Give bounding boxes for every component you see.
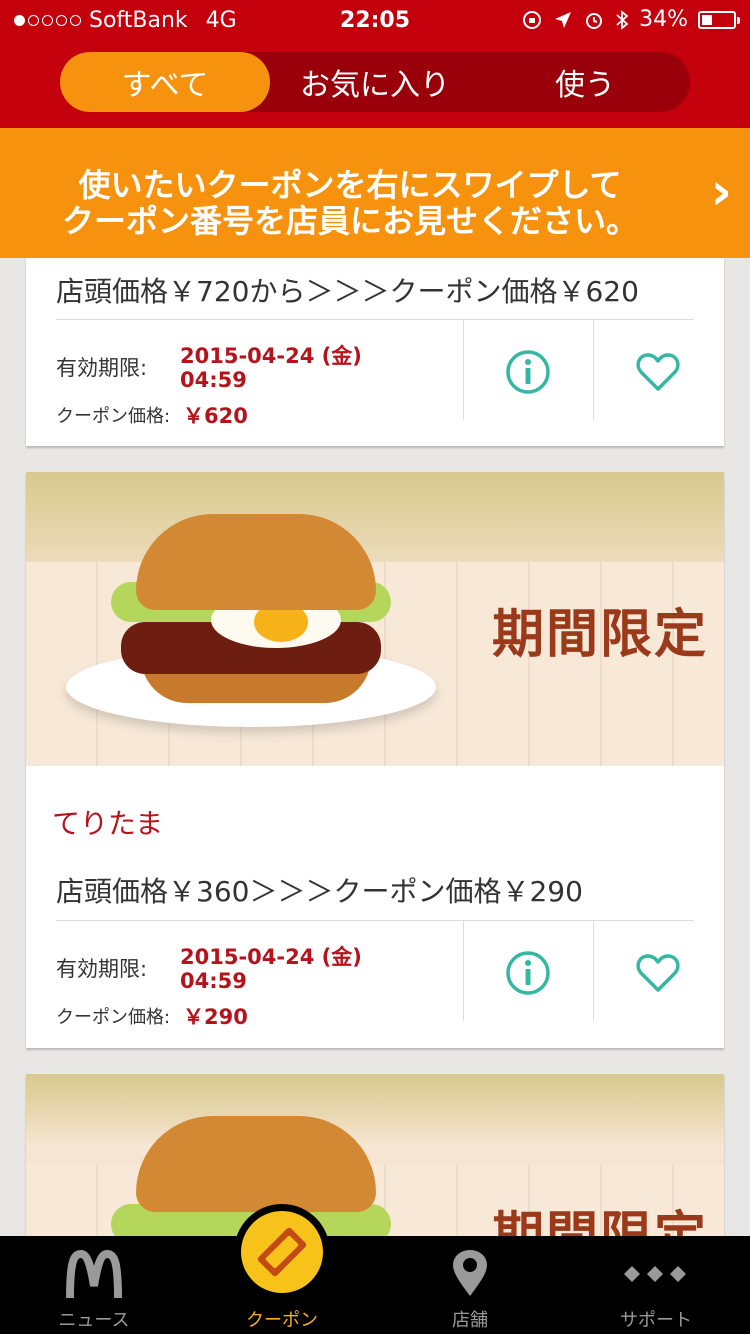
- tab-favorites[interactable]: お気に入り: [270, 52, 480, 112]
- tab-stores-label: 店舗: [452, 1310, 488, 1331]
- status-bar: SoftBank 4G 22:05 34%: [0, 0, 750, 42]
- info-icon[interactable]: [504, 348, 552, 396]
- rotation-lock-icon: [523, 10, 542, 29]
- divider: [463, 320, 464, 420]
- photo-bun: [136, 1116, 376, 1212]
- location-arrow-icon: [555, 11, 572, 28]
- info-icon[interactable]: [504, 949, 552, 997]
- status-right: 34%: [521, 7, 740, 32]
- coupon-card[interactable]: 期間限定: [26, 1074, 724, 1236]
- divider: [593, 320, 594, 420]
- tab-all[interactable]: すべて: [60, 52, 270, 112]
- coupon-name: てりたま: [52, 807, 164, 840]
- battery-percent: 34%: [639, 7, 688, 32]
- battery-icon: [698, 10, 740, 29]
- coupon-price-text: 店頭価格￥360＞＞＞クーポン価格￥290: [56, 875, 583, 908]
- mcdonalds-logo-icon: [66, 1250, 122, 1299]
- valid-label: 有効期限:: [56, 356, 148, 380]
- bottom-tab-bar: ニュース クーポン 店舗 サポート: [0, 1236, 750, 1334]
- location-pin-icon: [453, 1250, 487, 1296]
- coupon-price-label: クーポン価格:: [56, 406, 171, 427]
- filter-header: すべて お気に入り 使う: [0, 42, 750, 128]
- coupon-meta: 有効期限: 2015-04-24 (金) 04:59 クーポン価格: ￥290: [26, 921, 724, 1031]
- tab-support[interactable]: サポート: [562, 1236, 750, 1334]
- divider: [463, 921, 464, 1021]
- heart-icon[interactable]: [634, 949, 682, 997]
- coupon-card[interactable]: 期間限定 てりたま 店頭価格￥360＞＞＞クーポン価格￥290 有効期限: 20…: [26, 472, 724, 1048]
- swipe-instruction-banner[interactable]: 使いたいクーポンを右にスワイプして クーポン番号を店員にお見せください。 ›: [0, 128, 750, 258]
- coupon-price-value: ￥620: [183, 404, 248, 428]
- tab-support-label: サポート: [620, 1310, 692, 1331]
- valid-label: 有効期限:: [56, 957, 148, 981]
- banner-line-2: クーポン番号を店員にお見せください。: [61, 202, 638, 240]
- divider: [593, 921, 594, 1021]
- valid-date: 2015-04-24 (金) 04:59: [180, 344, 362, 392]
- coupon-price-text: 店頭価格￥720から＞＞＞クーポン価格￥620: [56, 275, 639, 308]
- chevron-right-icon: ›: [710, 162, 732, 222]
- coupon-icon[interactable]: [241, 1211, 323, 1293]
- coupon-photo: 期間限定: [26, 472, 724, 766]
- coupon-meta: 有効期限: 2015-04-24 (金) 04:59 クーポン価格: ￥620: [26, 320, 724, 430]
- tab-news-label: ニュース: [58, 1310, 130, 1331]
- tab-use[interactable]: 使う: [480, 52, 690, 112]
- bluetooth-icon: [616, 9, 629, 30]
- more-dots-icon: [624, 1266, 686, 1282]
- heart-icon[interactable]: [634, 348, 682, 396]
- limited-time-badge: 期間限定: [492, 1194, 708, 1236]
- valid-date: 2015-04-24 (金) 04:59: [180, 945, 362, 993]
- photo-bun: [136, 514, 376, 610]
- coupon-price-label: クーポン価格:: [56, 1007, 171, 1028]
- alarm-icon: [586, 12, 603, 29]
- filter-segmented-control: すべて お気に入り 使う: [60, 52, 690, 112]
- tab-coupon-label: クーポン: [246, 1310, 318, 1331]
- tab-stores[interactable]: 店舗: [376, 1236, 564, 1334]
- limited-time-badge: 期間限定: [492, 605, 709, 665]
- tab-news[interactable]: ニュース: [0, 1236, 188, 1334]
- coupon-photo: 期間限定: [26, 1074, 724, 1236]
- coupon-ticket-icon: [257, 1227, 307, 1277]
- coupon-card[interactable]: 店頭価格￥720から＞＞＞クーポン価格￥620 有効期限: 2015-04-24…: [26, 258, 724, 446]
- coupon-price-value: ￥290: [183, 1005, 248, 1029]
